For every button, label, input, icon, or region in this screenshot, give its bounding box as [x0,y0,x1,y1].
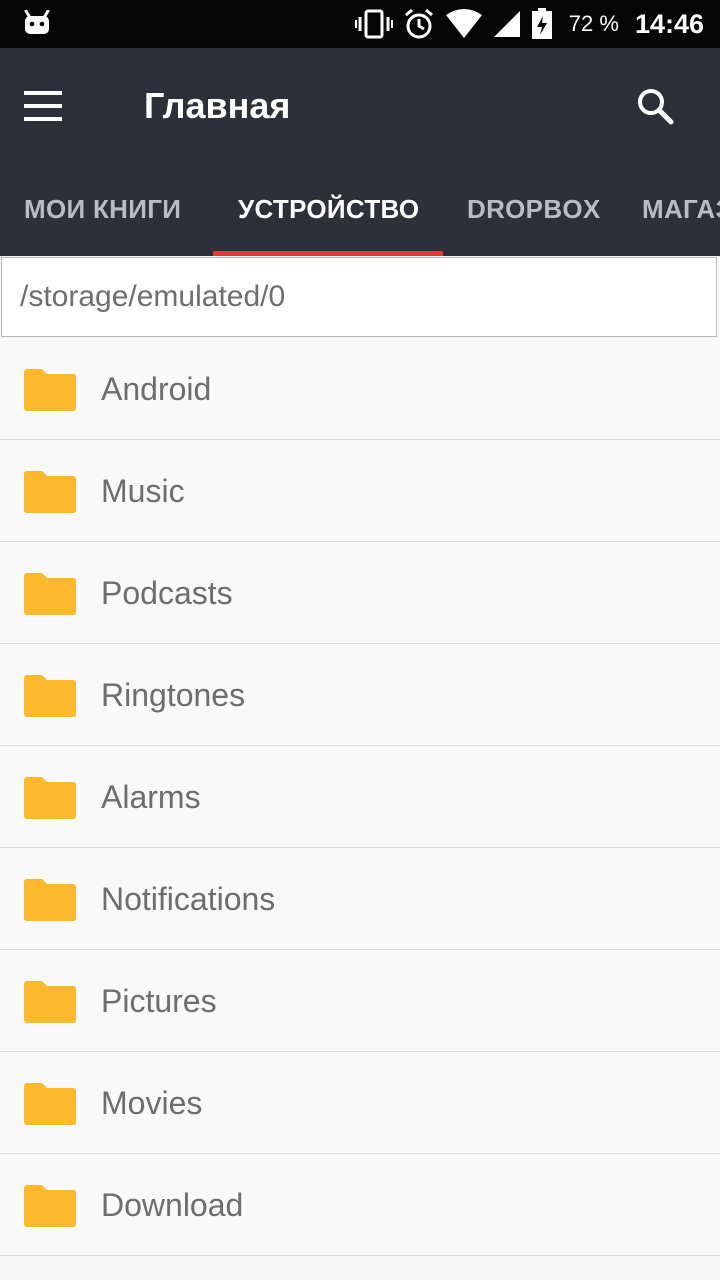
status-icons: 72 % 14:46 [354,0,704,48]
android-notification-icon [24,10,50,36]
folder-item-ringtones[interactable]: Ringtones [0,644,720,746]
folder-icon [24,1083,76,1130]
folder-item-pictures[interactable]: Pictures [0,950,720,1052]
folder-list: Android Music Podcasts Ringtones Alarms … [0,338,720,1256]
search-icon [636,89,676,138]
folder-icon [24,777,76,824]
folder-item-notifications[interactable]: Notifications [0,848,720,950]
folder-icon [24,1185,76,1232]
clock: 14:46 [634,8,704,39]
folder-name: Download [101,1187,244,1223]
folder-name: Music [101,473,185,509]
folder-icon [24,675,76,722]
path-field[interactable]: /storage/emulated/0 [1,257,717,337]
folder-name: Ringtones [101,677,246,713]
vibrate-icon [354,9,393,39]
folder-name: Podcasts [101,575,233,611]
tab-device[interactable]: УСТРОЙСТВО [238,180,419,256]
battery-charging-icon [531,8,553,40]
folder-item-android[interactable]: Android [0,338,720,440]
folder-name: Pictures [101,983,217,1019]
tab-dropbox[interactable]: DROPBOX [467,180,601,256]
folder-icon [24,369,76,416]
folder-name: Notifications [101,881,276,917]
folder-item-download[interactable]: Download [0,1154,720,1256]
folder-icon [24,573,76,620]
hamburger-menu-icon [24,91,64,134]
folder-item-movies[interactable]: Movies [0,1052,720,1154]
folder-item-alarms[interactable]: Alarms [0,746,720,848]
folder-name: Android [101,371,212,407]
menu-button[interactable] [24,82,88,130]
alarm-icon [403,8,435,40]
app-bar: Главная МОИ КНИГИ УСТРОЙСТВО DROPBOX МАГ… [0,48,720,256]
battery-percent: 72 % [568,11,619,36]
folder-icon [24,879,76,926]
folder-icon [24,471,76,518]
page-title: Главная [144,85,291,126]
active-tab-indicator [213,251,443,256]
search-button[interactable] [636,78,700,134]
folder-icon [24,981,76,1028]
cell-signal-icon [493,10,521,38]
folder-item-podcasts[interactable]: Podcasts [0,542,720,644]
folder-item-music[interactable]: Music [0,440,720,542]
folder-name: Alarms [101,779,201,815]
folder-name: Movies [101,1085,203,1121]
tab-store[interactable]: МАГАЗИН [642,180,720,256]
wifi-icon [445,9,483,39]
tab-bar: МОИ КНИГИ УСТРОЙСТВО DROPBOX МАГАЗИН [0,180,720,256]
status-bar: 72 % 14:46 [0,0,720,48]
tab-my-books[interactable]: МОИ КНИГИ [24,180,181,256]
